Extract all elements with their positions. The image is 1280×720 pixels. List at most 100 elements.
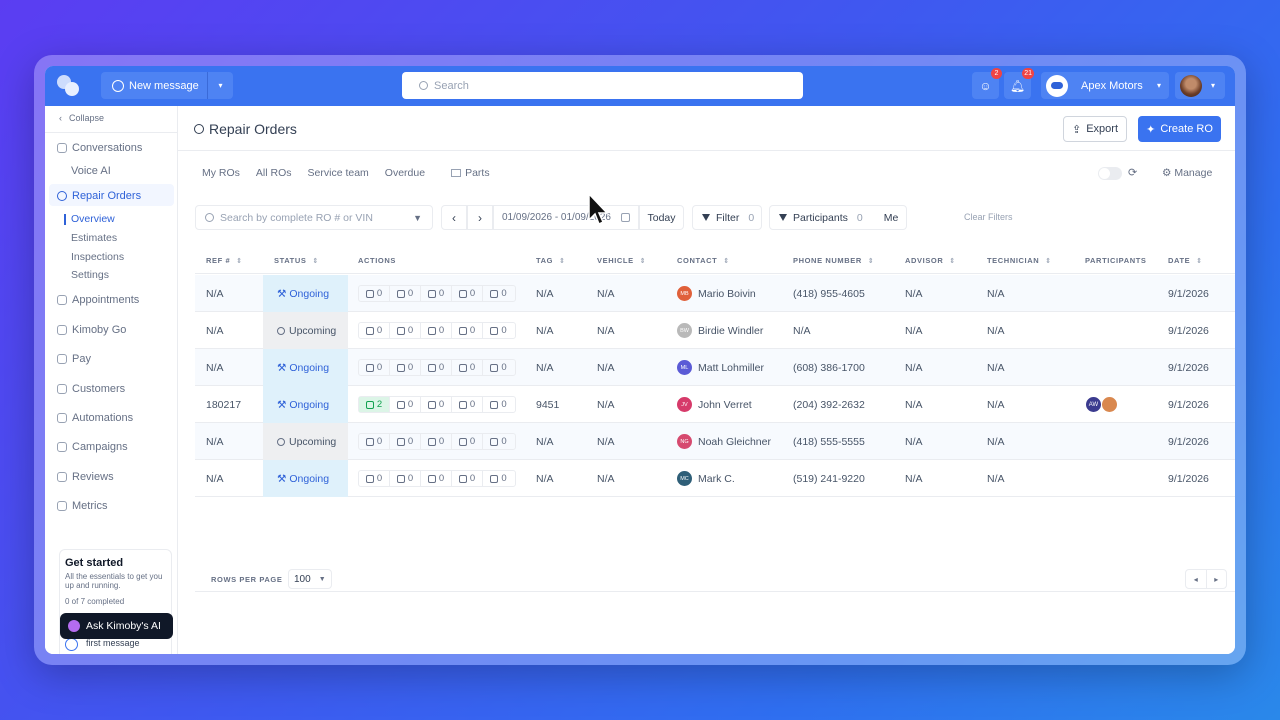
contact-name[interactable]: John Verret <box>698 399 752 411</box>
inspection-action[interactable]: 0 <box>421 360 452 375</box>
contact-name[interactable]: Birdie Windler <box>698 325 763 337</box>
sidebar-item-customers[interactable]: Customers <box>57 383 125 395</box>
estimate-action[interactable]: 0 <box>359 434 390 449</box>
status-badge[interactable]: ⚒ Ongoing <box>277 399 329 411</box>
clear-filters-button[interactable]: Clear Filters <box>964 212 1013 222</box>
contact-name[interactable]: Mario Boivin <box>698 288 756 300</box>
table-row[interactable]: 180217 ⚒ Ongoing 2 0 0 0 0 9451 N/A JV John Verret… <box>195 386 1235 423</box>
participant-avatar[interactable] <box>1101 396 1118 413</box>
manage-button[interactable]: ⚙ Manage <box>1162 167 1212 179</box>
task-action[interactable]: 0 <box>483 286 514 301</box>
column-header-technician[interactable]: TECHNICIAN ⇕ <box>987 256 1052 265</box>
status-badge[interactable]: ⚒ Ongoing <box>277 362 329 374</box>
message-action[interactable]: 0 <box>390 323 421 338</box>
next-page-button[interactable]: ▸ <box>1207 570 1227 588</box>
global-search-input[interactable]: Search <box>402 72 803 99</box>
table-row[interactable]: N/A ⚒ Ongoing 0 0 0 0 0 N/A N/A ML Matt Lohmiller (… <box>195 349 1235 386</box>
filter-funnel-icon[interactable]: ▼ <box>413 213 422 223</box>
task-action[interactable]: 0 <box>483 360 514 375</box>
participant-avatar[interactable]: AW <box>1085 396 1102 413</box>
previous-date-button[interactable]: ‹ <box>441 205 467 230</box>
refresh-icon[interactable]: ⟳ <box>1128 166 1137 179</box>
next-date-button[interactable]: › <box>467 205 493 230</box>
sidebar-item-reviews[interactable]: Reviews <box>57 471 114 483</box>
status-badge[interactable]: ⚒ Ongoing <box>277 288 329 300</box>
inspection-action[interactable]: 0 <box>421 397 452 412</box>
column-header-contact[interactable]: CONTACT ⇕ <box>677 256 730 265</box>
create-ro-button[interactable]: ✦ Create RO <box>1138 116 1221 142</box>
estimate-action[interactable]: 0 <box>359 286 390 301</box>
tab-service-team[interactable]: Service team <box>308 167 369 179</box>
note-action[interactable]: 0 <box>452 323 483 338</box>
today-button[interactable]: Today <box>639 205 684 230</box>
column-header-tag[interactable]: TAG ⇕ <box>536 256 566 265</box>
chevron-down-icon[interactable]: ▾ <box>207 72 233 99</box>
ask-ai-button[interactable]: Ask Kimoby's AI <box>60 613 173 639</box>
participants-filter-button[interactable]: Participants 0 Me <box>769 205 907 230</box>
column-header-advisor[interactable]: ADVISOR ⇕ <box>905 256 956 265</box>
previous-page-button[interactable]: ◂ <box>1186 570 1207 588</box>
note-action[interactable]: 0 <box>452 397 483 412</box>
note-action[interactable]: 0 <box>452 434 483 449</box>
table-row[interactable]: N/A Upcoming 0 0 0 0 0 N/A N/A NG Noah Gleichner (4… <box>195 423 1235 460</box>
export-button[interactable]: ⇪ Export <box>1063 116 1127 142</box>
message-action[interactable]: 0 <box>390 397 421 412</box>
sidebar-item-kimoby-go[interactable]: Kimoby Go <box>57 324 126 336</box>
column-header-status[interactable]: STATUS ⇕ <box>274 256 319 265</box>
sidebar-subitem-settings[interactable]: Settings <box>71 269 109 281</box>
collapse-button[interactable]: ‹ Collapse <box>59 113 104 123</box>
ro-search-input[interactable]: Search by complete RO # or VIN ▼ <box>195 205 433 230</box>
message-action[interactable]: 0 <box>390 471 421 486</box>
column-header-vehicle[interactable]: VEHICLE ⇕ <box>597 256 646 265</box>
user-menu-button[interactable]: ▾ <box>1175 72 1225 99</box>
sidebar-item-conversations[interactable]: Conversations <box>57 142 142 154</box>
note-action[interactable]: 0 <box>452 471 483 486</box>
note-action[interactable]: 0 <box>452 360 483 375</box>
column-header-date[interactable]: DATE ⇕ <box>1168 256 1203 265</box>
contact-name[interactable]: Matt Lohmiller <box>698 362 764 374</box>
new-message-button[interactable]: New message ▾ <box>101 72 233 99</box>
tab-all-ros[interactable]: All ROs <box>256 167 292 179</box>
contact-name[interactable]: Mark C. <box>698 473 735 485</box>
sidebar-subitem-inspections[interactable]: Inspections <box>71 251 124 263</box>
estimate-action[interactable]: 0 <box>359 323 390 338</box>
app-logo[interactable] <box>57 75 79 97</box>
status-badge[interactable]: Upcoming <box>277 325 336 337</box>
sidebar-item-metrics[interactable]: Metrics <box>57 500 107 512</box>
rows-per-page-select[interactable]: 100 ▼ <box>288 569 332 589</box>
estimate-action[interactable]: 0 <box>359 360 390 375</box>
status-badge[interactable]: Upcoming <box>277 436 336 448</box>
help-button[interactable]: ☺ 2 <box>972 68 1002 99</box>
task-action[interactable]: 0 <box>483 471 514 486</box>
tab-my-ros[interactable]: My ROs <box>202 167 240 179</box>
status-badge[interactable]: ⚒ Ongoing <box>277 473 329 485</box>
sidebar-item-automations[interactable]: Automations <box>57 412 133 424</box>
column-header-phone[interactable]: PHONE NUMBER ⇕ <box>793 256 874 265</box>
tab-parts[interactable]: Parts <box>441 167 506 179</box>
estimate-action[interactable]: 2 <box>359 397 390 412</box>
inspection-action[interactable]: 0 <box>421 471 452 486</box>
table-row[interactable]: N/A ⚒ Ongoing 0 0 0 0 0 N/A N/A MC Mark C. (519) 24… <box>195 460 1235 497</box>
sidebar-item-pay[interactable]: Pay <box>57 353 91 365</box>
message-action[interactable]: 0 <box>390 286 421 301</box>
table-row[interactable]: N/A ⚒ Ongoing 0 0 0 0 0 N/A N/A MB Mario Boivin (41… <box>195 275 1235 312</box>
estimate-action[interactable]: 0 <box>359 471 390 486</box>
notifications-button[interactable]: 🔔︎ 21 <box>1004 68 1034 99</box>
date-range-picker[interactable]: 01/09/2026 - 01/09/2026 <box>493 205 639 230</box>
task-action[interactable]: 0 <box>483 397 514 412</box>
inspection-action[interactable]: 0 <box>421 286 452 301</box>
sidebar-subitem-overview[interactable]: Overview <box>71 213 115 225</box>
inspection-action[interactable]: 0 <box>421 434 452 449</box>
sidebar-item-repair-orders[interactable]: Repair Orders <box>57 190 141 202</box>
filter-button[interactable]: Filter 0 <box>692 205 762 230</box>
me-filter-button[interactable]: Me <box>878 212 899 224</box>
table-row[interactable]: N/A Upcoming 0 0 0 0 0 N/A N/A BW Birdie Windler N/… <box>195 312 1235 349</box>
contact-name[interactable]: Noah Gleichner <box>698 436 771 448</box>
inspection-action[interactable]: 0 <box>421 323 452 338</box>
sidebar-subitem-estimates[interactable]: Estimates <box>71 232 117 244</box>
company-switcher[interactable]: Apex Motors ▾ <box>1041 72 1169 99</box>
message-action[interactable]: 0 <box>390 360 421 375</box>
sidebar-item-campaigns[interactable]: Campaigns <box>57 441 128 453</box>
column-header-ref[interactable]: REF # ⇕ <box>206 256 243 265</box>
task-action[interactable]: 0 <box>483 434 514 449</box>
